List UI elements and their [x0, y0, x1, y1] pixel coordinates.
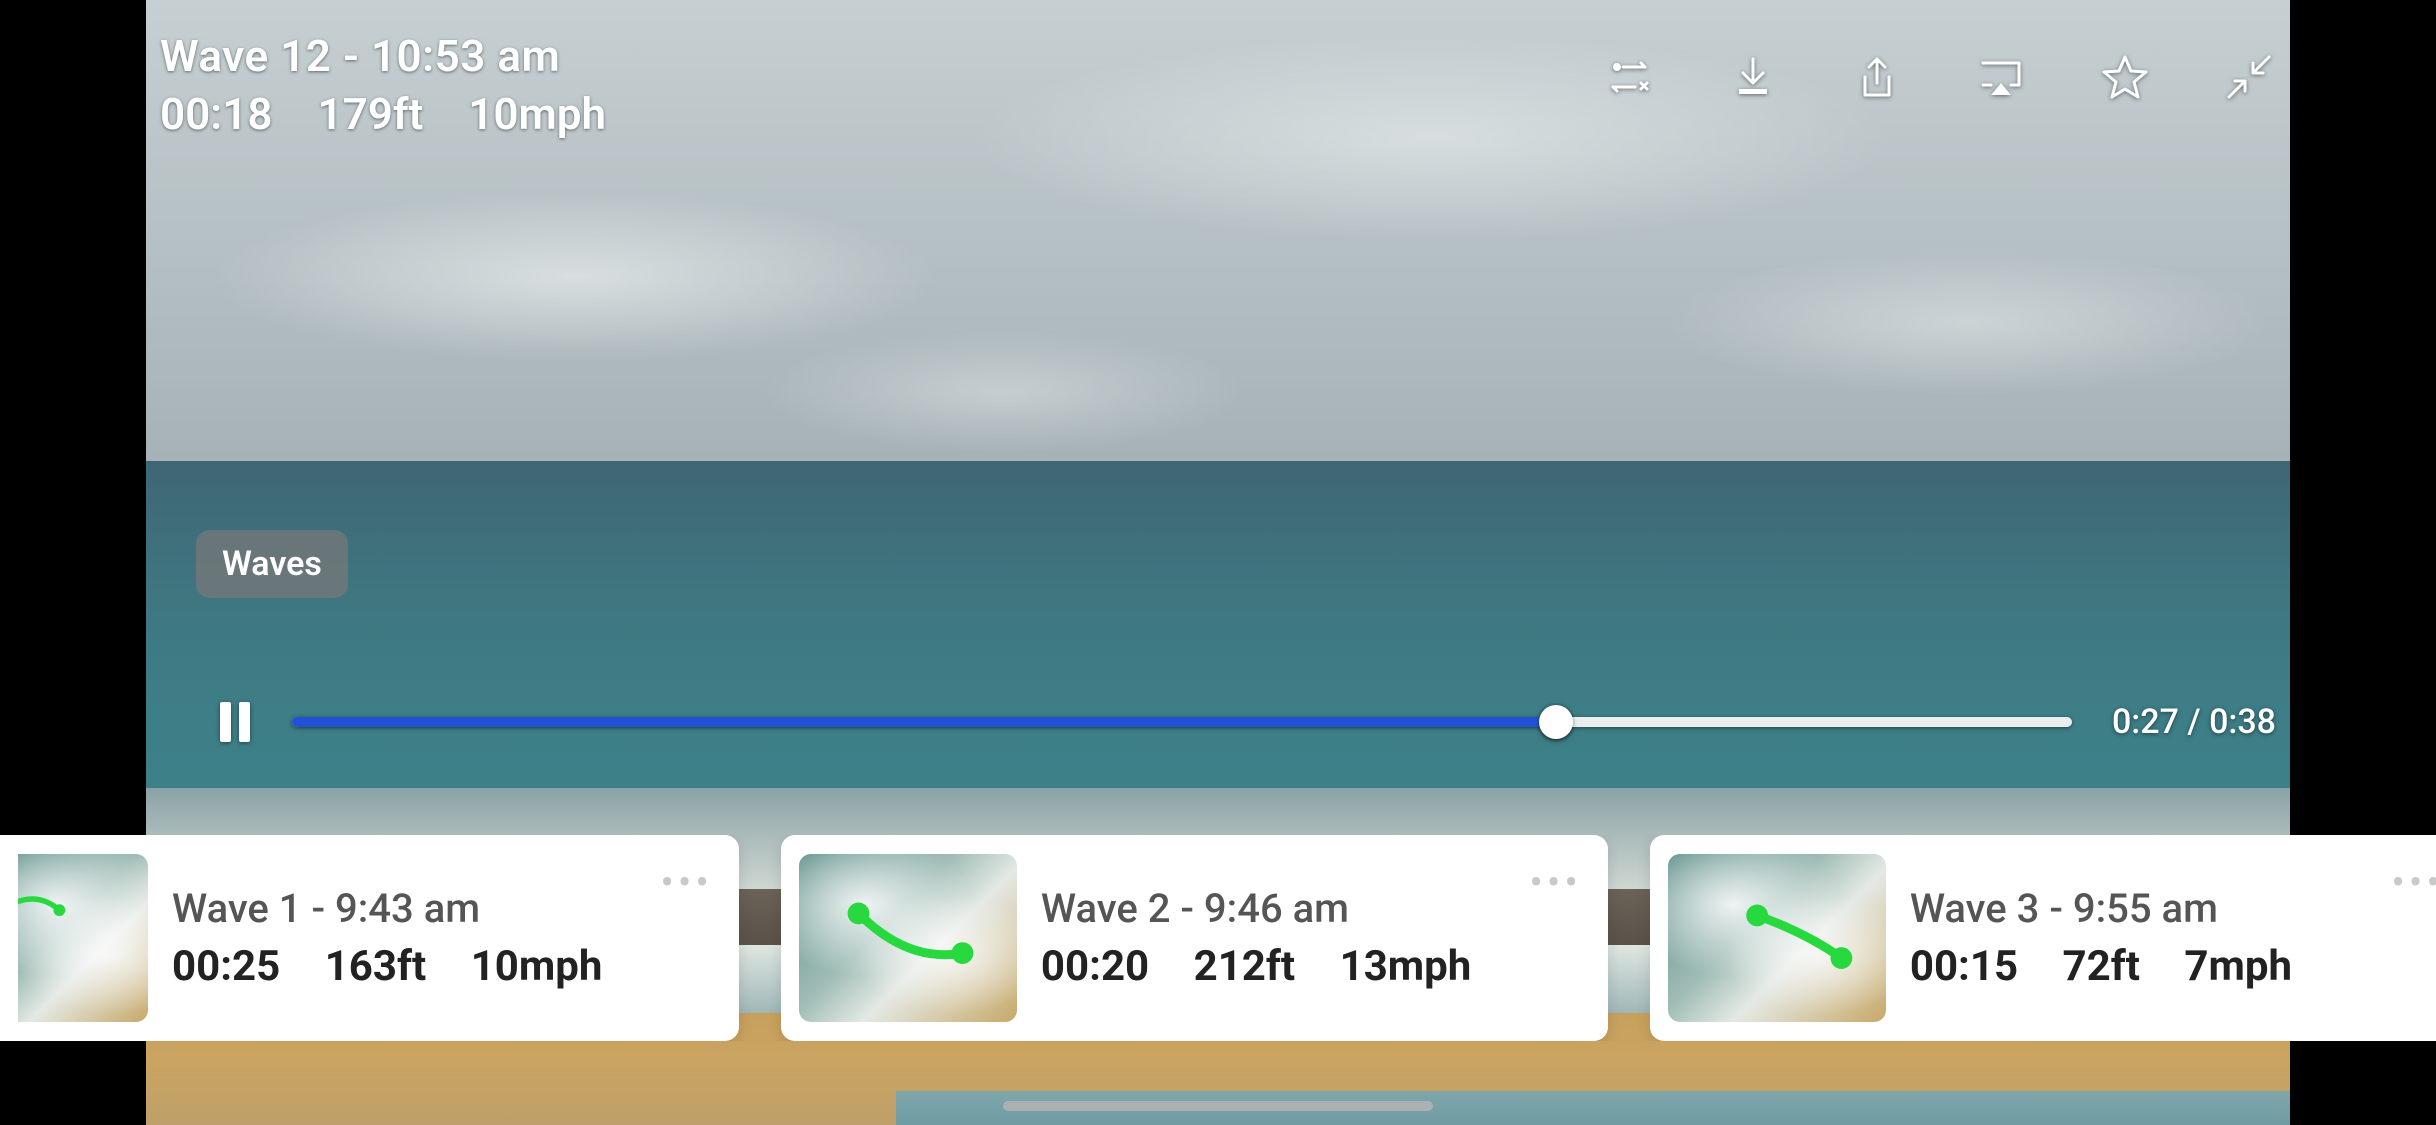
wave-card-text: Wave 3 - 9:55 am 00:15 72ft 7mph	[1910, 885, 2368, 991]
exit-fullscreen-icon[interactable]	[2222, 50, 2276, 104]
wave-duration: 00:18	[160, 88, 273, 140]
wave-thumbnail	[799, 854, 1017, 1022]
wave-card-duration: 00:25	[172, 942, 280, 991]
airplay-icon[interactable]	[1974, 50, 2028, 104]
seek-track[interactable]	[292, 717, 2072, 727]
wave-thumbnail	[18, 854, 148, 1022]
waves-chip-label: Waves	[222, 544, 322, 584]
wave-thumbnail	[1668, 854, 1886, 1022]
wave-overlay-info: Wave 12 - 10:53 am 00:18 179ft 10mph	[160, 30, 606, 140]
wave-card-speed: 10mph	[471, 942, 603, 991]
video-toolbar	[1602, 50, 2276, 104]
wave-card-distance: 212ft	[1194, 942, 1296, 991]
wave-distance: 179ft	[317, 88, 423, 140]
card-more-icon[interactable]: •••	[660, 859, 713, 906]
app-stage: Wave 12 - 10:53 am 00:18 179ft 10mph Wav…	[0, 0, 2436, 1125]
share-icon[interactable]	[1850, 50, 1904, 104]
trim-icon[interactable]	[1602, 50, 1656, 104]
seek-fill	[292, 717, 1556, 727]
wave-card-text: Wave 2 - 9:46 am 00:20 212ft 13mph	[1041, 885, 1505, 991]
wave-card-duration: 00:20	[1041, 942, 1149, 991]
wave-card-strip[interactable]: Wave 1 - 9:43 am 00:25 163ft 10mph ••• W…	[0, 835, 2436, 1041]
seek-thumb[interactable]	[1539, 705, 1573, 739]
wave-card-title: Wave 2 - 9:46 am	[1041, 885, 1505, 932]
card-more-icon[interactable]: •••	[1529, 859, 1582, 906]
wave-card[interactable]: Wave 3 - 9:55 am 00:15 72ft 7mph •••	[1650, 835, 2436, 1041]
wave-card-speed: 13mph	[1340, 942, 1472, 991]
wave-card[interactable]: Wave 2 - 9:46 am 00:20 212ft 13mph •••	[781, 835, 1608, 1041]
playback-time: 0:27 / 0:38	[2112, 702, 2276, 742]
waves-chip[interactable]: Waves	[196, 530, 348, 598]
download-icon[interactable]	[1726, 50, 1780, 104]
time-total: 0:38	[2209, 702, 2276, 742]
wave-card-text: Wave 1 - 9:43 am 00:25 163ft 10mph	[172, 885, 636, 991]
card-more-icon[interactable]: •••	[2391, 859, 2436, 906]
wave-card-duration: 00:15	[1910, 942, 2018, 991]
wave-card-title: Wave 1 - 9:43 am	[172, 885, 636, 932]
wave-card-speed: 7mph	[2184, 942, 2292, 991]
wave-card[interactable]: Wave 1 - 9:43 am 00:25 163ft 10mph •••	[0, 835, 739, 1041]
time-current: 0:27	[2112, 702, 2179, 742]
wave-speed: 10mph	[468, 88, 606, 140]
wave-card-title: Wave 3 - 9:55 am	[1910, 885, 2368, 932]
playback-controls: 0:27 / 0:38	[220, 702, 2276, 742]
star-icon[interactable]	[2098, 50, 2152, 104]
wave-title: Wave 12 - 10:53 am	[160, 30, 606, 82]
pause-button[interactable]	[220, 702, 252, 742]
wave-card-distance: 72ft	[2063, 942, 2140, 991]
wave-card-distance: 163ft	[325, 942, 427, 991]
home-indicator[interactable]	[1003, 1101, 1433, 1111]
